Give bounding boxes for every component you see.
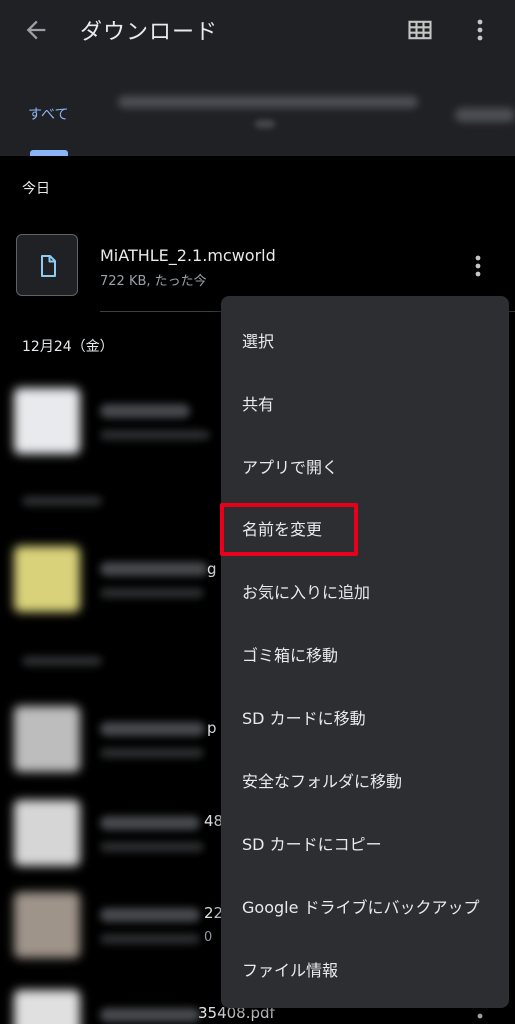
- menu-item-label: SD カードに移動: [242, 709, 366, 728]
- blurred-section-header: [22, 496, 102, 506]
- menu-item-label: SD カードにコピー: [242, 835, 382, 854]
- peek-filename-fragment: g: [207, 560, 217, 578]
- blurred-filemeta: [100, 748, 204, 758]
- blurred-thumbnail[interactable]: [14, 706, 80, 772]
- menu-item-backup-drive[interactable]: Google ドライブにバックアップ: [221, 877, 509, 933]
- more-vert-icon[interactable]: [470, 14, 490, 46]
- menu-item-add-favorite[interactable]: お気に入りに追加: [221, 562, 509, 618]
- menu-item-label: 選択: [242, 332, 275, 351]
- blurred-thumbnail[interactable]: [14, 388, 80, 454]
- menu-item-share[interactable]: 共有: [221, 374, 509, 430]
- menu-item-label: アプリで開く: [242, 458, 339, 477]
- tab-blurred-subline: [255, 120, 275, 128]
- blurred-filename: [100, 816, 200, 830]
- page-title: ダウンロード: [80, 20, 219, 45]
- menu-item-move-to-trash[interactable]: ゴミ箱に移動: [221, 625, 509, 681]
- menu-item-select[interactable]: 選択: [221, 311, 509, 367]
- file-name[interactable]: MiATHLE_2.1.mcworld: [100, 246, 276, 265]
- blurred-filename: [100, 562, 208, 576]
- peek-filemeta-fragment: 0: [204, 930, 213, 945]
- peek-filename-fragment: p: [207, 719, 217, 737]
- menu-item-label: ファイル情報: [242, 961, 339, 980]
- file-more-icon[interactable]: [470, 1006, 490, 1024]
- blurred-filename: [100, 722, 205, 736]
- document-icon: [41, 255, 56, 277]
- tab-blurred-2[interactable]: [455, 108, 515, 122]
- blurred-filemeta: [100, 842, 204, 852]
- menu-item-label: お気に入りに追加: [242, 583, 371, 602]
- category-tabs: すべて: [0, 60, 515, 156]
- blurred-filename: [100, 908, 200, 922]
- file-more-icon[interactable]: [468, 250, 488, 282]
- menu-item-file-info[interactable]: ファイル情報: [221, 940, 509, 996]
- tab-all-label: すべて: [28, 107, 69, 123]
- tab-all[interactable]: すべて: [0, 60, 98, 156]
- blurred-thumbnail[interactable]: [14, 546, 80, 612]
- blurred-thumbnail[interactable]: [14, 800, 80, 866]
- menu-item-label: 安全なフォルダに移動: [242, 772, 403, 791]
- tab-active-indicator: [30, 150, 68, 156]
- arrow-back-icon[interactable]: [22, 16, 50, 44]
- blurred-thumbnail[interactable]: [14, 892, 80, 958]
- blurred-filemeta: [100, 934, 200, 944]
- menu-item-copy-to-sd[interactable]: SD カードにコピー: [221, 814, 509, 870]
- blurred-section-header: [22, 656, 102, 666]
- app-bar: ダウンロード: [0, 0, 515, 60]
- context-menu: 選択 共有 アプリで開く 名前を変更 お気に入りに追加 ゴミ箱に移動 SD カー…: [221, 296, 509, 1008]
- blurred-thumbnail[interactable]: [14, 990, 80, 1024]
- blurred-filename: [100, 404, 190, 418]
- blurred-filemeta: [100, 588, 204, 598]
- menu-item-move-to-sd[interactable]: SD カードに移動: [221, 688, 509, 744]
- menu-item-open-with[interactable]: アプリで開く: [221, 437, 509, 493]
- section-header-today: 今日: [22, 181, 50, 197]
- tab-blurred[interactable]: [118, 96, 418, 108]
- blurred-filename: [100, 1008, 200, 1022]
- menu-item-label: Google ドライブにバックアップ: [242, 898, 480, 917]
- file-meta: 722 KB, たった今: [100, 274, 207, 289]
- rename-highlight-box: [220, 503, 358, 556]
- menu-item-label: ゴミ箱に移動: [242, 646, 339, 665]
- menu-item-label: 共有: [242, 395, 275, 414]
- menu-item-move-to-safe-folder[interactable]: 安全なフォルダに移動: [221, 751, 509, 807]
- section-header-date: 12月24（金）: [22, 339, 114, 355]
- file-thumbnail[interactable]: [16, 234, 78, 296]
- grid-view-icon[interactable]: [406, 16, 434, 44]
- blurred-filemeta: [100, 430, 210, 440]
